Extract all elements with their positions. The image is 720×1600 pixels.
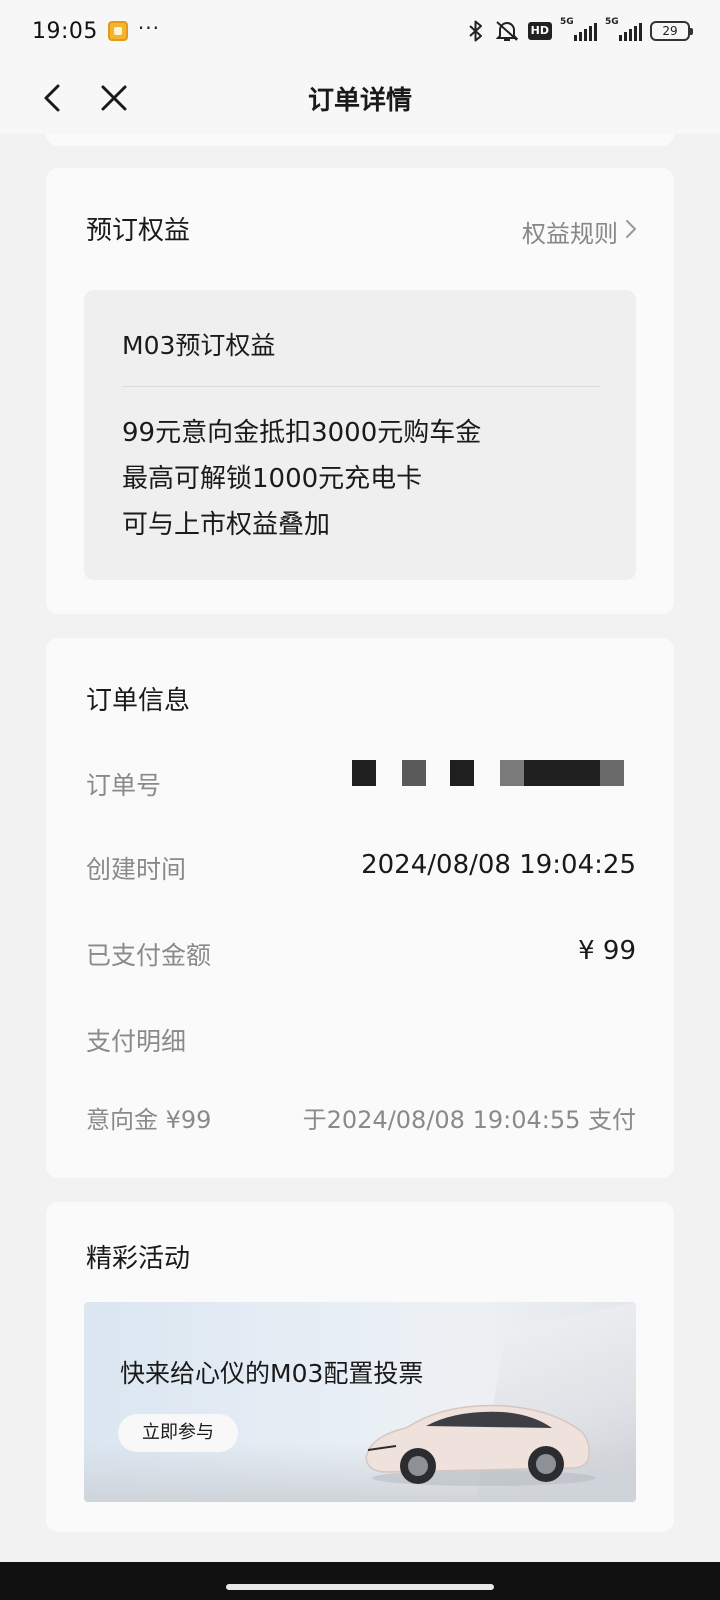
- deposit-item-value: 于2024/08/08 19:04:55 支付: [302, 1106, 636, 1134]
- paid-amount-value: ¥ 99: [578, 936, 636, 966]
- activity-banner[interactable]: 快来给心仪的M03配置投票 立即参与: [84, 1302, 636, 1502]
- order-number-redacted: [352, 760, 624, 786]
- benefit-rules-link[interactable]: 权益规则: [522, 214, 638, 249]
- benefits-box-title: M03预订权益: [122, 331, 276, 360]
- divider: [122, 386, 600, 387]
- payment-detail-label: 支付明细: [86, 1027, 187, 1056]
- paid-amount-label: 已支付金额: [86, 941, 212, 970]
- benefit-line: 99元意向金抵扣3000元购车金: [122, 418, 482, 448]
- chevron-right-icon: [624, 218, 638, 246]
- status-time: 19:05: [32, 18, 98, 44]
- hd-icon: HD: [527, 22, 552, 40]
- page-title: 订单详情: [307, 86, 412, 116]
- order-number-label: 订单号: [86, 771, 162, 800]
- mute-icon: [494, 19, 520, 43]
- created-time-label: 创建时间: [86, 855, 187, 884]
- order-info-card: 订单信息 订单号 创建时间 2024/08/08 19:04:25 已支付金额 …: [46, 638, 674, 1178]
- created-time-value: 2024/08/08 19:04:25: [361, 850, 636, 880]
- network-type-label: 5G: [605, 17, 619, 27]
- activity-card: 精彩活动 快来给心仪的M03配置投票 立即参与: [46, 1202, 674, 1532]
- order-info-title: 订单信息: [86, 686, 191, 716]
- activity-title: 精彩活动: [86, 1244, 191, 1274]
- deposit-item-label: 意向金 ¥99: [86, 1106, 212, 1134]
- banner-title: 快来给心仪的M03配置投票: [120, 1359, 424, 1388]
- benefit-line: 最高可解锁1000元充电卡: [122, 464, 423, 494]
- battery-icon: 29: [650, 21, 693, 41]
- benefits-title: 预订权益: [86, 216, 191, 246]
- car-image: [365, 1404, 596, 1486]
- nav-bar: 订单详情: [0, 62, 720, 134]
- signal-icon: 5G: [560, 17, 597, 41]
- benefit-rules-label: 权益规则: [522, 220, 618, 248]
- app-notification-icon: [107, 21, 128, 41]
- benefits-card: 预订权益 权益规则 M03预订权益 99元意向金抵扣3000元购车金 最高可解锁…: [46, 168, 674, 614]
- bluetooth-icon: [466, 19, 486, 43]
- status-bar: 19:05 ··· HD 5G 5G 29: [0, 0, 720, 62]
- benefit-line: 可与上市权益叠加: [122, 510, 331, 540]
- bottom-bar: [0, 1562, 720, 1600]
- more-notifications-icon: ···: [137, 16, 160, 40]
- network-type-label: 5G: [560, 17, 574, 27]
- home-indicator[interactable]: [226, 1584, 494, 1590]
- previous-card-edge: [46, 134, 674, 146]
- signal-icon: 5G: [605, 17, 642, 41]
- join-now-button[interactable]: 立即参与: [118, 1414, 238, 1452]
- benefits-box: M03预订权益 99元意向金抵扣3000元购车金 最高可解锁1000元充电卡 可…: [84, 290, 636, 580]
